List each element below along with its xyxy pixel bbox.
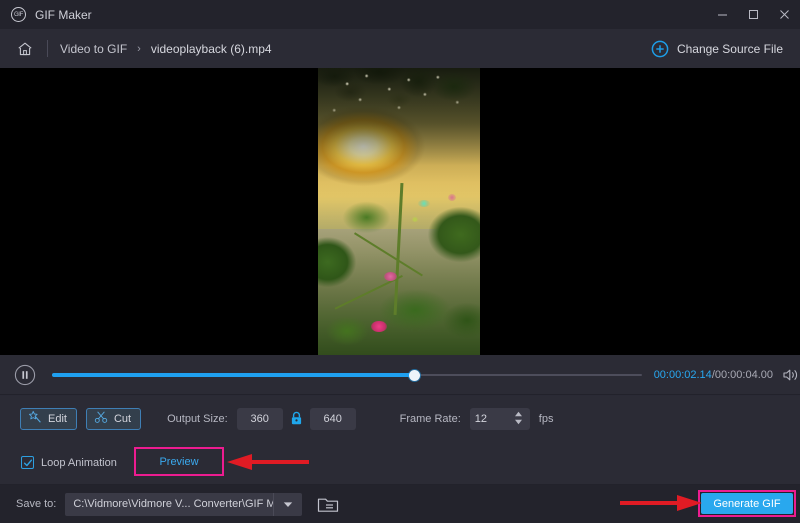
- chevron-down-icon: [514, 419, 523, 425]
- change-source-file-label: Change Source File: [677, 42, 783, 56]
- title-bar: GIF GIF Maker: [0, 0, 800, 29]
- fps-unit-label: fps: [539, 413, 554, 425]
- output-width-input[interactable]: 360: [237, 408, 283, 430]
- breadcrumb-root[interactable]: Video to GIF: [60, 42, 127, 56]
- video-flower: [371, 321, 387, 332]
- edit-label: Edit: [48, 413, 67, 425]
- cut-button[interactable]: Cut: [86, 408, 141, 430]
- close-icon[interactable]: [769, 0, 800, 29]
- gif-logo-text: GIF: [14, 12, 23, 18]
- chevron-up-icon: [514, 411, 523, 417]
- output-size-label: Output Size:: [167, 413, 228, 425]
- seek-progress-fill: [52, 373, 414, 377]
- output-height-input[interactable]: 640: [310, 408, 356, 430]
- gif-logo-icon: GIF: [11, 7, 26, 22]
- frame-rate-label: Frame Rate:: [400, 413, 461, 425]
- plus-circle-icon: [651, 40, 669, 58]
- preview-button[interactable]: Preview: [138, 451, 220, 472]
- magic-wand-icon: [28, 410, 42, 427]
- open-folder-icon[interactable]: [317, 495, 339, 514]
- generate-gif-button[interactable]: Generate GIF: [701, 493, 793, 514]
- seek-thumb[interactable]: [409, 370, 420, 381]
- loop-animation-label: Loop Animation: [41, 457, 117, 469]
- gif-maker-window: GIF GIF Maker Video to GIF › video: [0, 0, 800, 523]
- video-flower: [448, 194, 456, 201]
- save-path-dropdown[interactable]: [273, 493, 302, 516]
- pause-icon[interactable]: [14, 364, 36, 386]
- caret-down-icon: [283, 501, 293, 508]
- frame-rate-input[interactable]: 12: [470, 408, 530, 430]
- current-time: 00:00:02.14: [654, 369, 712, 381]
- chevron-right-icon: ›: [137, 43, 141, 55]
- window-controls: [707, 0, 800, 29]
- frame-rate-value: 12: [475, 413, 487, 425]
- breadcrumb-divider: [47, 40, 48, 57]
- settings-row: Edit Cut Output Size: 360 640 Fram: [0, 396, 800, 441]
- save-to-label: Save to:: [16, 498, 56, 510]
- frame-rate-stepper[interactable]: [514, 411, 523, 425]
- video-preview-stage[interactable]: [0, 68, 800, 355]
- checkmark-icon: [21, 456, 34, 469]
- loop-animation-checkbox[interactable]: Loop Animation: [21, 456, 117, 469]
- cut-label: Cut: [114, 413, 131, 425]
- lock-icon[interactable]: [290, 411, 303, 426]
- volume-icon[interactable]: [782, 367, 800, 383]
- video-flower: [384, 272, 397, 281]
- save-path-input[interactable]: C:\Vidmore\Vidmore V... Converter\GIF Ma…: [65, 493, 273, 516]
- video-frame: [318, 68, 480, 355]
- seek-bar[interactable]: [52, 368, 642, 382]
- window-title: GIF Maker: [35, 8, 92, 22]
- change-source-file-button[interactable]: Change Source File: [651, 40, 783, 58]
- scissors-icon: [94, 410, 108, 427]
- save-row: Save to: C:\Vidmore\Vidmore V... Convert…: [0, 485, 800, 523]
- home-icon[interactable]: [16, 40, 34, 58]
- loop-preview-row: Loop Animation: [0, 441, 800, 485]
- breadcrumb-current-file: videoplayback (6).mp4: [151, 42, 272, 56]
- video-highlight-speckles: [318, 68, 480, 200]
- maximize-icon[interactable]: [738, 0, 769, 29]
- minimize-icon[interactable]: [707, 0, 738, 29]
- total-time: 00:00:04.00: [715, 369, 773, 381]
- breadcrumb-bar: Video to GIF › videoplayback (6).mp4 Cha…: [0, 29, 800, 68]
- edit-button[interactable]: Edit: [20, 408, 77, 430]
- timecode-display: 00:00:02.14/00:00:04.00: [654, 369, 773, 381]
- player-bar: 00:00:02.14/00:00:04.00: [0, 355, 800, 395]
